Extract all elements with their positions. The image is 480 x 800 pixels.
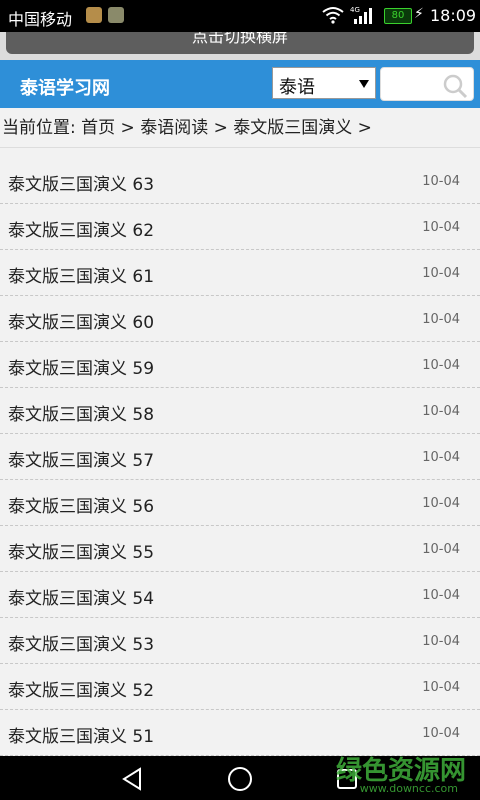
notification-app-icon: [86, 7, 102, 23]
search-icon[interactable]: [441, 72, 469, 100]
site-title[interactable]: 泰语学习网: [20, 74, 110, 100]
article-title[interactable]: 泰文版三国演义 63: [8, 170, 154, 195]
notification-image-icon: [108, 7, 124, 23]
article-date: 10-04: [422, 588, 460, 603]
list-item[interactable]: 泰文版三国演义 57 10-04: [0, 434, 480, 480]
battery-icon: 80: [384, 8, 412, 24]
article-title[interactable]: 泰文版三国演义 56: [8, 492, 154, 517]
article-title[interactable]: 泰文版三国演义 55: [8, 538, 154, 563]
article-date: 10-04: [422, 496, 460, 511]
article-date: 10-04: [422, 404, 460, 419]
switch-landscape-button[interactable]: 点击切换横屏: [6, 32, 474, 54]
charging-icon: ⚡: [414, 6, 424, 22]
list-item[interactable]: 泰文版三国演义 59 10-04: [0, 342, 480, 388]
list-item[interactable]: 泰文版三国演义 53 10-04: [0, 618, 480, 664]
switch-landscape-label: 点击切换横屏: [191, 32, 288, 46]
status-bar: 中国移动 4G 80 ⚡ 18:09: [0, 0, 480, 32]
clock: 18:09: [430, 6, 477, 25]
breadcrumb-home[interactable]: 首页: [81, 118, 115, 138]
wifi-icon: [322, 7, 344, 24]
back-icon[interactable]: [120, 766, 146, 792]
breadcrumb-separator: >: [120, 118, 135, 138]
home-icon[interactable]: [226, 765, 254, 793]
search-input[interactable]: [383, 70, 447, 100]
site-header: 泰语学习网 泰语: [0, 60, 480, 108]
article-title[interactable]: 泰文版三国演义 60: [8, 308, 154, 333]
language-select-value: 泰语: [279, 77, 315, 98]
list-item[interactable]: 泰文版三国演义 56 10-04: [0, 480, 480, 526]
list-item[interactable]: 泰文版三国演义 60 10-04: [0, 296, 480, 342]
article-date: 10-04: [422, 542, 460, 557]
search-box: [380, 67, 474, 101]
watermark-url: www.downcc.com: [359, 782, 458, 795]
network-type: 4G: [350, 6, 360, 14]
dropdown-arrow-icon: [359, 80, 369, 88]
carrier-name: 中国移动: [8, 10, 73, 29]
list-item[interactable]: 泰文版三国演义 54 10-04: [0, 572, 480, 618]
article-title[interactable]: 泰文版三国演义 58: [8, 400, 154, 425]
list-item[interactable]: 泰文版三国演义 55 10-04: [0, 526, 480, 572]
signal-icon: 4G: [350, 6, 372, 24]
list-item[interactable]: 泰文版三国演义 52 10-04: [0, 664, 480, 710]
article-date: 10-04: [422, 266, 460, 281]
article-title[interactable]: 泰文版三国演义 53: [8, 630, 154, 655]
article-title[interactable]: 泰文版三国演义 52: [8, 676, 154, 701]
breadcrumb-thai-reading[interactable]: 泰语阅读: [140, 118, 208, 138]
article-date: 10-04: [422, 312, 460, 327]
article-title[interactable]: 泰文版三国演义 57: [8, 446, 154, 471]
breadcrumb-three-kingdoms[interactable]: 泰文版三国演义: [233, 118, 352, 138]
switch-orientation-bar: 点击切换横屏: [0, 32, 480, 60]
language-select[interactable]: 泰语: [272, 67, 376, 99]
battery-level: 80: [391, 10, 405, 21]
breadcrumb-separator: >: [357, 118, 372, 138]
article-date: 10-04: [422, 220, 460, 235]
breadcrumb: 当前位置: 首页 > 泰语阅读 > 泰文版三国演义 >: [0, 108, 480, 148]
article-title[interactable]: 泰文版三国演义 51: [8, 722, 154, 747]
article-date: 10-04: [422, 634, 460, 649]
list-item[interactable]: 泰文版三国演义 58 10-04: [0, 388, 480, 434]
article-list: 泰文版三国演义 63 10-04 泰文版三国演义 62 10-04 泰文版三国演义 …: [0, 158, 480, 756]
article-date: 10-04: [422, 174, 460, 189]
article-date: 10-04: [422, 726, 460, 741]
article-title[interactable]: 泰文版三国演义 54: [8, 584, 154, 609]
article-title[interactable]: 泰文版三国演义 59: [8, 354, 154, 379]
list-item[interactable]: 泰文版三国演义 61 10-04: [0, 250, 480, 296]
breadcrumb-label: 当前位置:: [2, 118, 76, 138]
article-date: 10-04: [422, 358, 460, 373]
article-date: 10-04: [422, 450, 460, 465]
list-item[interactable]: 泰文版三国演义 63 10-04: [0, 158, 480, 204]
article-title[interactable]: 泰文版三国演义 61: [8, 262, 154, 287]
article-title[interactable]: 泰文版三国演义 62: [8, 216, 154, 241]
list-item[interactable]: 泰文版三国演义 62 10-04: [0, 204, 480, 250]
system-nav-bar: 绿色资源网 www.downcc.com: [0, 756, 480, 800]
article-date: 10-04: [422, 680, 460, 695]
breadcrumb-separator: >: [213, 118, 228, 138]
